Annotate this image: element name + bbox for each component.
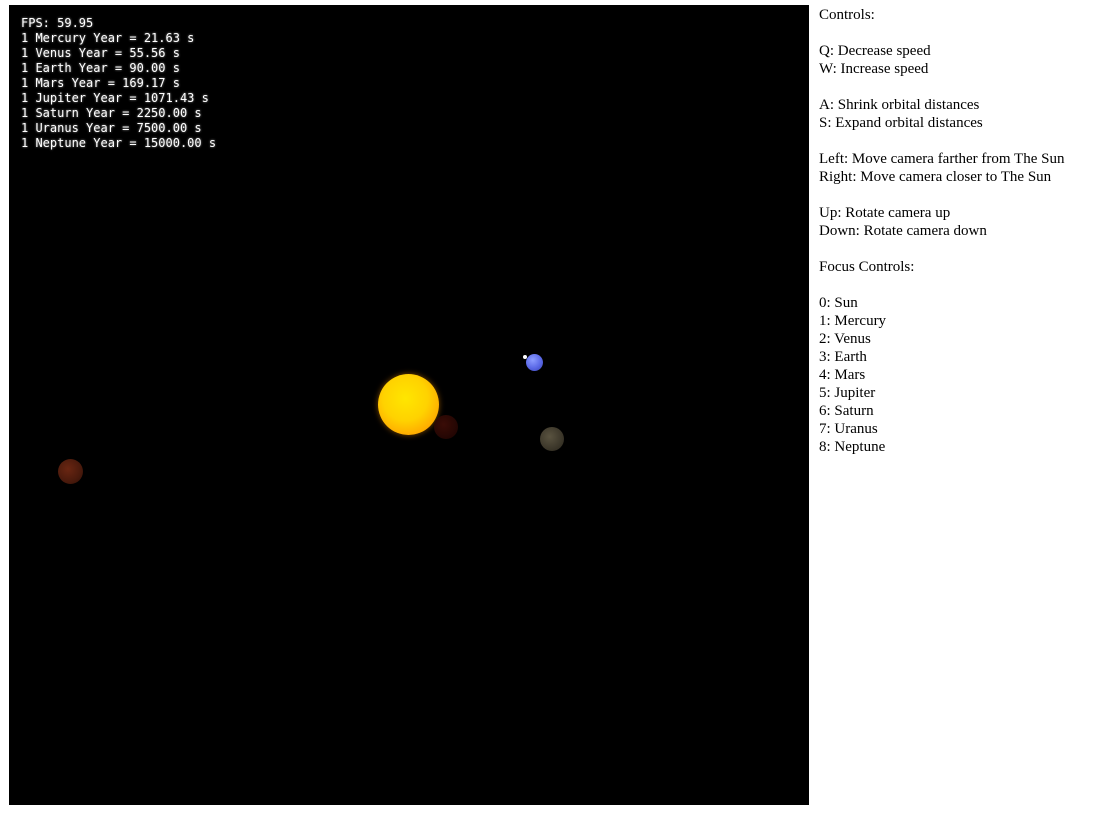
sun xyxy=(378,374,439,435)
focus-item-uranus: 7: Uranus xyxy=(819,421,878,437)
year-line: 1 Neptune Year = 15000.00 s xyxy=(21,136,217,150)
solar-system-canvas[interactable]: FPS: 59.95 1 Mercury Year = 21.63 s1 Venu… xyxy=(9,5,809,805)
focus-item-sun: 0: Sun xyxy=(819,295,858,311)
controls-title: Controls: xyxy=(819,7,875,23)
planet-saturn xyxy=(540,427,564,451)
focus-controls-title: Focus Controls: xyxy=(819,259,915,275)
focus-item-earth: 3: Earth xyxy=(819,349,867,365)
control-rotate-up: Up: Rotate camera up xyxy=(819,205,951,221)
fps-readout: FPS: 59.95 xyxy=(21,16,94,30)
control-camera-farther: Left: Move camera farther from The Sun xyxy=(819,151,1065,167)
year-line: 1 Mars Year = 169.17 s xyxy=(21,76,180,90)
focus-item-venus: 2: Venus xyxy=(819,331,871,347)
control-rotate-down: Down: Rotate camera down xyxy=(819,223,987,239)
control-increase-speed: W: Increase speed xyxy=(819,61,929,77)
stats-overlay: FPS: 59.95 1 Mercury Year = 21.63 s1 Venu… xyxy=(21,16,216,151)
control-decrease-speed: Q: Decrease speed xyxy=(819,43,931,59)
focus-item-jupiter: 5: Jupiter xyxy=(819,385,876,401)
year-line: 1 Jupiter Year = 1071.43 s xyxy=(21,91,209,105)
control-camera-closer: Right: Move camera closer to The Sun xyxy=(819,169,1052,185)
planet-earth xyxy=(526,354,543,371)
focus-item-mars: 4: Mars xyxy=(819,367,866,383)
planet-mars xyxy=(58,459,83,484)
control-expand-orbits: S: Expand orbital distances xyxy=(819,115,983,131)
year-line: 1 Uranus Year = 7500.00 s xyxy=(21,121,202,135)
planet-mercury xyxy=(434,415,458,439)
year-line: 1 Venus Year = 55.56 s xyxy=(21,46,180,60)
controls-panel: Controls: Q: Decrease speed W: Increase … xyxy=(819,6,1064,456)
year-line: 1 Mercury Year = 21.63 s xyxy=(21,31,195,45)
year-line: 1 Earth Year = 90.00 s xyxy=(21,61,180,75)
control-shrink-orbits: A: Shrink orbital distances xyxy=(819,97,980,113)
focus-item-neptune: 8: Neptune xyxy=(819,439,886,455)
moon xyxy=(523,355,527,359)
focus-item-mercury: 1: Mercury xyxy=(819,313,887,329)
year-line: 1 Saturn Year = 2250.00 s xyxy=(21,106,202,120)
focus-item-saturn: 6: Saturn xyxy=(819,403,874,419)
